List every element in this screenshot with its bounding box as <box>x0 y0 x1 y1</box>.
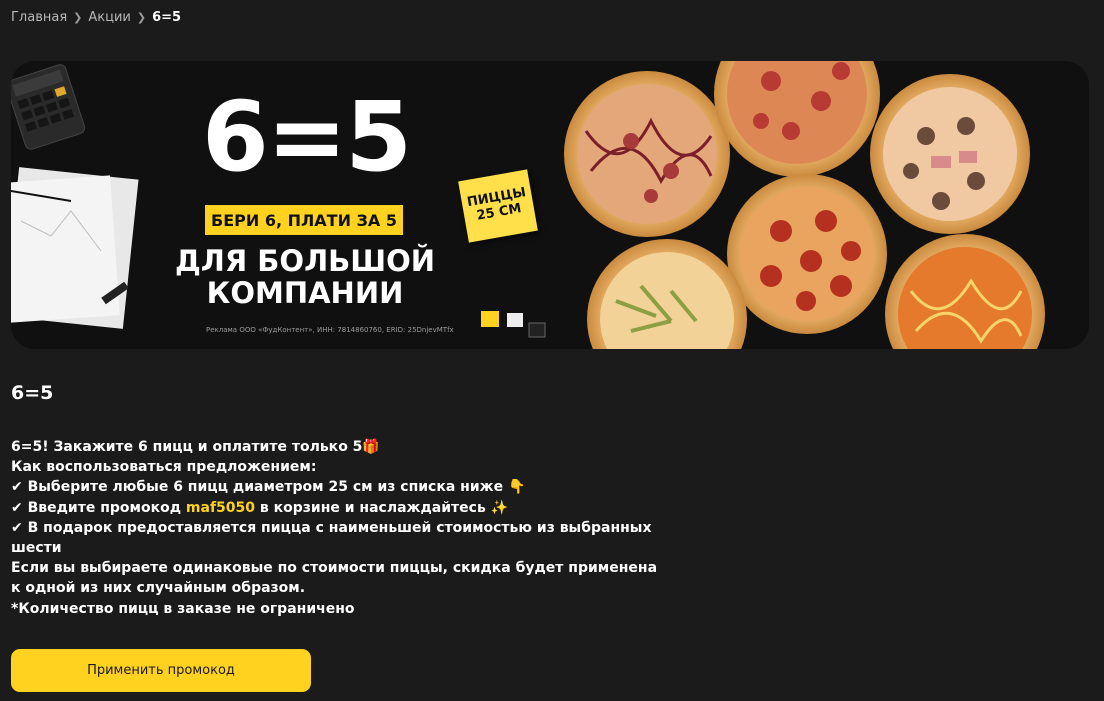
description-line: ✔ Введите промокод maf5050 в корзине и н… <box>11 499 509 516</box>
pizza-icon <box>564 71 730 237</box>
description-line: Как воспользоваться предложением: <box>11 459 317 476</box>
description-line: ✔ Выберите любые 6 пицц диаметром 25 см … <box>11 479 526 496</box>
description-line: 6=5! Закажите 6 пицц и оплатите только 5… <box>11 439 380 455</box>
breadcrumb: Главная ❯ Акции ❯ 6=5 <box>11 10 181 25</box>
calculator-icon <box>11 64 86 150</box>
description-line: ✔ В подарок предоставляется пицца с наим… <box>11 519 652 557</box>
pizza-icon <box>885 234 1045 349</box>
apply-promocode-button[interactable]: Применить промокод <box>11 649 311 692</box>
pizza-icon <box>727 174 887 334</box>
page-title: 6=5 <box>11 382 54 404</box>
size-sticker: ПИЦЦЫ 25 СМ <box>458 169 538 243</box>
ad-disclaimer: Реклама ООО «ФудКонтент», ИНН: 781486076… <box>206 326 454 334</box>
papers-icon <box>11 167 139 329</box>
pizza-icon <box>870 74 1030 234</box>
promo-banner: 6=5 БЕРИ 6, ПЛАТИ ЗА 5 ДЛЯ БОЛЬШОЙ КОМПА… <box>11 61 1089 349</box>
promo-description: 6=5! Закажите 6 пицц и оплатите только 5… <box>11 437 661 619</box>
breadcrumb-home-link[interactable]: Главная <box>11 10 67 25</box>
promo-code: maf5050 <box>185 499 255 516</box>
chevron-right-icon: ❯ <box>73 11 83 24</box>
description-line: Если вы выбираете одинаковые по стоимост… <box>11 560 658 597</box>
chevron-right-icon: ❯ <box>136 11 147 24</box>
description-line: *Количество пицц в заказе не ограничено <box>11 600 355 617</box>
banner-tagline: БЕРИ 6, ПЛАТИ ЗА 5 <box>205 205 403 235</box>
breadcrumb-current: 6=5 <box>152 10 182 25</box>
banner-subtitle: ДЛЯ БОЛЬШОЙ КОМПАНИИ <box>174 244 436 310</box>
pizza-icon <box>714 61 880 177</box>
pizza-icon <box>587 239 747 349</box>
breadcrumb-promos-link[interactable]: Акции <box>88 10 131 25</box>
banner-title: 6=5 <box>201 81 412 193</box>
